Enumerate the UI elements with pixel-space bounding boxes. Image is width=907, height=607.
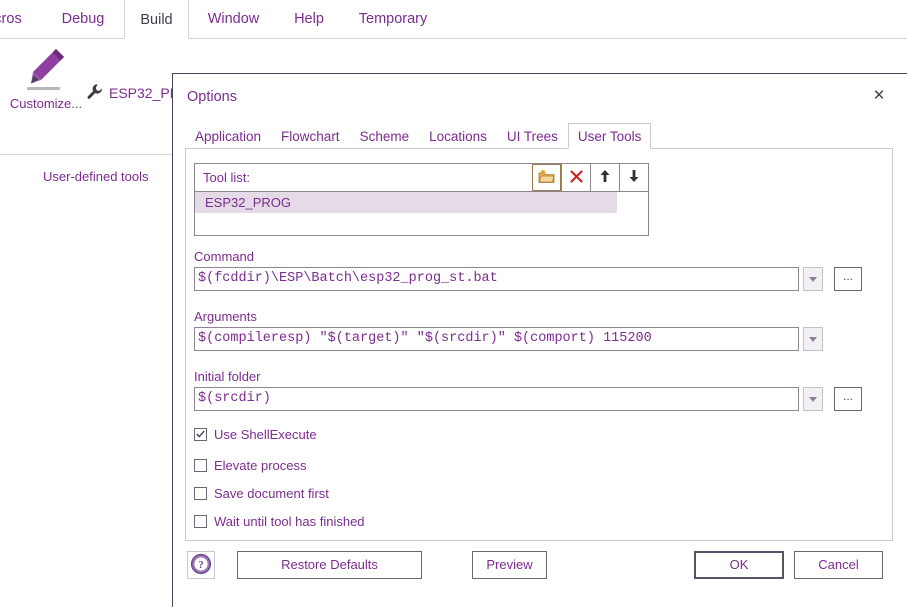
menu-tab-label: Window: [207, 11, 260, 27]
arrow-up-icon: [599, 169, 611, 186]
tool-list-label: Tool list:: [203, 170, 250, 185]
chevron-down-icon: [809, 396, 817, 402]
wrench-icon: [86, 83, 103, 103]
menu-tab-label: cros: [0, 11, 22, 27]
customize-button[interactable]: Customize...: [6, 44, 86, 142]
tool-list-items: ESP32_PROG: [195, 192, 648, 236]
preview-button[interactable]: Preview: [472, 551, 547, 579]
menu-tab-label: Help: [294, 11, 324, 27]
chevron-down-icon: [809, 336, 817, 342]
arguments-input[interactable]: $(compileresp) "$(target)" "$(srcdir)" $…: [194, 327, 799, 351]
checkbox-box: [194, 514, 207, 528]
help-button[interactable]: ?: [187, 551, 215, 579]
tab-scheme[interactable]: Scheme: [350, 123, 420, 149]
initial-folder-dropdown-button[interactable]: [803, 387, 823, 411]
menu-tab-window[interactable]: Window: [191, 0, 276, 39]
x-icon: [569, 169, 583, 186]
close-icon[interactable]: ✕: [865, 83, 893, 109]
checkbox-elevate-process[interactable]: Elevate process: [194, 456, 307, 474]
new-tool-button[interactable]: [532, 164, 561, 191]
list-item[interactable]: ESP32_PROG: [195, 192, 617, 213]
customize-label: Customize...: [9, 96, 83, 111]
tab-label: Application: [195, 129, 262, 144]
menu-tab-label: Build: [140, 12, 173, 28]
menu-bar: cros Debug Build Window Help Temporary: [0, 0, 907, 39]
arrow-down-icon: [628, 169, 640, 186]
menu-tab-macros[interactable]: cros: [0, 0, 40, 39]
arguments-dropdown-button[interactable]: [803, 327, 823, 351]
new-folder-icon: [538, 169, 555, 187]
command-label: Command: [194, 249, 254, 264]
svg-text:?: ?: [198, 560, 203, 571]
cancel-button[interactable]: Cancel: [794, 551, 883, 579]
menu-tab-help[interactable]: Help: [279, 0, 339, 39]
ribbon-group-label: User-defined tools: [43, 169, 149, 184]
tab-label: Locations: [429, 129, 487, 144]
initial-folder-input[interactable]: $(srcdir): [194, 387, 799, 411]
move-up-button[interactable]: [590, 164, 619, 191]
initial-folder-label: Initial folder: [194, 369, 261, 384]
dialog-title: Options: [187, 89, 237, 105]
checkbox-save-document-first[interactable]: Save document first: [194, 484, 329, 502]
checkbox-box: [194, 427, 207, 441]
tab-ui-trees[interactable]: UI Trees: [497, 123, 568, 149]
delete-tool-button[interactable]: [561, 164, 590, 191]
checkbox-box: [194, 486, 207, 500]
tab-application[interactable]: Application: [185, 123, 271, 149]
tab-label: Flowchart: [281, 129, 340, 144]
tool-list-toolbar: [532, 164, 648, 191]
pencil-icon: [20, 44, 72, 94]
checkbox-wait-until-finished[interactable]: Wait until tool has finished: [194, 512, 365, 530]
command-dropdown-button[interactable]: [803, 267, 823, 291]
move-down-button[interactable]: [619, 164, 648, 191]
command-input[interactable]: $(fcddir)\ESP\Batch\esp32_prog_st.bat: [194, 267, 799, 291]
menu-tab-label: Temporary: [358, 11, 428, 27]
tab-flowchart[interactable]: Flowchart: [271, 123, 350, 149]
check-icon: [196, 430, 205, 438]
tab-label: UI Trees: [506, 129, 558, 144]
tool-list-box: Tool list: ESP32_PROG: [194, 163, 649, 236]
menu-tab-build[interactable]: Build: [124, 0, 189, 39]
restore-defaults-button[interactable]: Restore Defaults: [237, 551, 422, 579]
checkbox-label: Use ShellExecute: [214, 426, 317, 442]
checkbox-label: Save document first: [214, 485, 329, 501]
checkbox-label: Wait until tool has finished: [214, 513, 365, 529]
ok-button[interactable]: OK: [694, 551, 784, 579]
tab-label: User Tools: [577, 129, 642, 144]
checkbox-box: [194, 458, 207, 472]
checkbox-use-shellexecute[interactable]: Use ShellExecute: [194, 425, 317, 443]
options-dialog: Options ✕ Application Flowchart Scheme L…: [172, 73, 907, 607]
tab-locations[interactable]: Locations: [419, 123, 497, 149]
menu-tab-debug[interactable]: Debug: [44, 0, 122, 39]
chevron-down-icon: [809, 276, 817, 282]
checkbox-label: Elevate process: [214, 457, 307, 473]
initial-folder-browse-button[interactable]: ...: [834, 387, 862, 411]
tab-user-tools[interactable]: User Tools: [567, 123, 652, 149]
application-window: cros Debug Build Window Help Temporary C…: [0, 0, 907, 607]
menu-tab-label: Debug: [61, 11, 105, 27]
arguments-label: Arguments: [194, 309, 257, 324]
help-icon: ?: [190, 553, 212, 578]
menu-tab-temporary[interactable]: Temporary: [341, 0, 445, 39]
tool-list-header: Tool list:: [195, 164, 648, 192]
dialog-tab-strip: Application Flowchart Scheme Locations U…: [185, 123, 652, 149]
command-browse-button[interactable]: ...: [834, 267, 862, 291]
tab-label: Scheme: [359, 129, 410, 144]
